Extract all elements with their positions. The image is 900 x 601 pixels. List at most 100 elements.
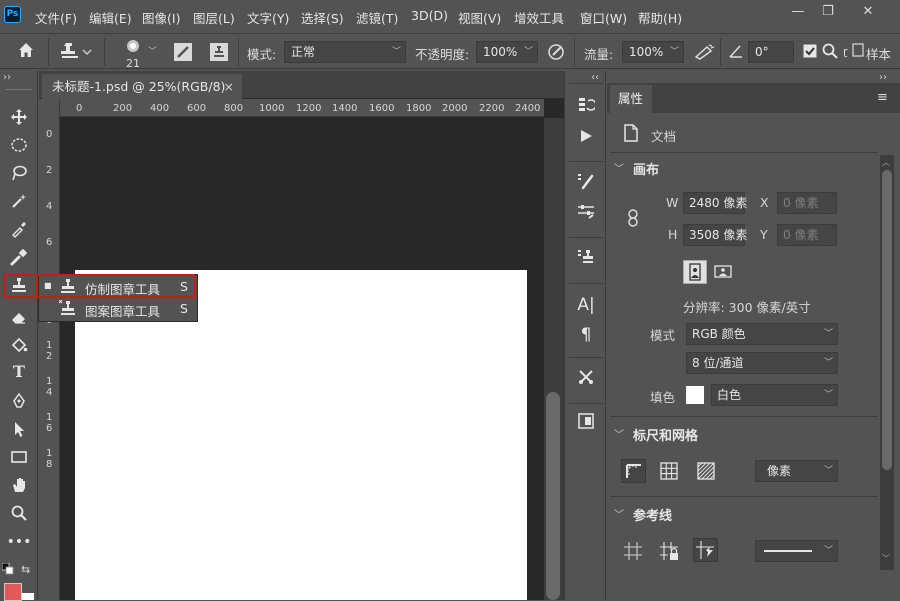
chevron-down-icon[interactable]: ﹀	[614, 160, 624, 175]
flyout-item-pattern-stamp[interactable]: 图案图章工具 S	[39, 298, 197, 321]
airbrush-icon[interactable]	[693, 42, 715, 65]
ruler-tick: 1 2	[46, 340, 53, 362]
elliptical-marquee-tool-icon[interactable]	[4, 131, 34, 157]
rectangle-tool-icon[interactable]	[4, 443, 34, 469]
clone-stamp-preset-icon[interactable]	[60, 41, 92, 66]
menu-type[interactable]: 文字(Y)	[247, 8, 289, 27]
portrait-orientation-button[interactable]	[683, 260, 707, 284]
character-panel-icon[interactable]: A|	[571, 291, 601, 319]
foreground-color-swatch[interactable]	[4, 583, 22, 601]
paragraph-panel-icon[interactable]: ¶	[571, 321, 601, 349]
layer-comps-panel-icon[interactable]	[571, 411, 601, 439]
vertical-ruler[interactable]: 0 2 4 6 8 1 0 1 2 1 4 1 6 1 8	[39, 99, 60, 600]
search-icon[interactable]	[821, 42, 839, 63]
angle-value: 0°	[755, 45, 769, 59]
color-mode-select[interactable]: RGB 颜色 ﹀	[686, 323, 838, 345]
canvas-section-title[interactable]: 画布	[633, 159, 659, 178]
eyedropper-tool-icon[interactable]	[4, 215, 34, 241]
menu-3d[interactable]: 3D(D)	[411, 8, 448, 23]
menu-edit[interactable]: 编辑(E)	[89, 8, 132, 27]
lock-guides-icon[interactable]	[658, 540, 680, 565]
restore-button[interactable]: ❐	[815, 4, 841, 24]
brush-settings-panel-icon[interactable]	[571, 201, 601, 229]
close-button[interactable]: ✕	[855, 4, 881, 24]
tool-presets-panel-icon[interactable]	[571, 367, 601, 395]
aligned-checkbox[interactable]	[803, 44, 817, 61]
document-scrollbar-thumb[interactable]	[546, 392, 560, 600]
scroll-down-icon[interactable]: ﹀	[882, 553, 890, 564]
chevron-down-icon[interactable]: ﹀	[614, 506, 624, 521]
brush-preset-picker[interactable]: 21	[122, 38, 144, 69]
lasso-tool-icon[interactable]	[4, 159, 34, 185]
brush-settings-icon[interactable]	[172, 41, 194, 66]
opacity-input[interactable]: 100% ﹀	[476, 41, 538, 63]
menu-layer[interactable]: 图层(L)	[193, 8, 235, 27]
move-tool-icon[interactable]	[4, 103, 34, 129]
collapse-arrows-icon[interactable]: ››	[3, 72, 11, 83]
menu-window[interactable]: 窗口(W)	[580, 8, 627, 27]
clone-source-icon[interactable]	[208, 41, 230, 66]
menu-select[interactable]: 选择(S)	[301, 8, 344, 27]
height-input[interactable]: 3508 像素	[683, 224, 747, 246]
chevron-down-icon[interactable]: ﹀	[614, 426, 624, 441]
ruler-toggle-icon[interactable]	[621, 459, 646, 483]
angle-icon	[728, 43, 744, 62]
hand-tool-icon[interactable]	[4, 471, 34, 497]
menu-view[interactable]: 视图(V)	[458, 8, 501, 27]
document-tab[interactable]: 未标题-1.psd @ 25%(RGB/8) ×	[42, 74, 242, 99]
fill-select[interactable]: 白色 ﹀	[711, 384, 838, 406]
menu-file[interactable]: 文件(F)	[35, 8, 77, 27]
magic-wand-tool-icon[interactable]	[4, 187, 34, 213]
type-tool-icon[interactable]: T	[4, 359, 34, 385]
default-colors-icon[interactable]	[1, 562, 14, 575]
photoshop-logo-icon: Ps	[4, 6, 21, 23]
history-panel-icon[interactable]	[571, 95, 601, 123]
y-input[interactable]: 0 像素	[777, 224, 837, 246]
link-icon[interactable]	[627, 209, 639, 230]
collapse-arrows-icon[interactable]: ‹‹	[591, 72, 599, 83]
width-input[interactable]: 2480 像素	[683, 192, 747, 214]
bit-depth-select[interactable]: 8 位/通道 ﹀	[686, 352, 838, 374]
menu-plugins[interactable]: 增效工具	[514, 8, 564, 27]
tab-properties[interactable]: 属性	[610, 85, 652, 113]
angle-input[interactable]: 0°	[748, 41, 794, 63]
chevron-down-icon[interactable]: ﹀	[148, 44, 157, 57]
menu-image[interactable]: 图像(I)	[142, 8, 180, 27]
scroll-up-icon[interactable]: ︿	[882, 157, 890, 168]
pixel-grid-toggle-icon[interactable]	[695, 460, 717, 485]
guides-section-title[interactable]: 参考线	[633, 505, 672, 524]
landscape-orientation-button[interactable]	[712, 260, 736, 284]
panel-menu-icon[interactable]: ≡	[877, 90, 888, 105]
paint-bucket-tool-icon[interactable]	[4, 331, 34, 357]
horizontal-ruler[interactable]: 0 200 400 600 800 1000 1200 1400 1600 18…	[60, 99, 544, 117]
smart-guides-icon[interactable]	[693, 538, 718, 562]
menu-filter[interactable]: 滤镜(T)	[356, 8, 398, 27]
pen-tool-icon[interactable]	[4, 387, 34, 413]
guide-style-select[interactable]: ﹀	[755, 540, 838, 562]
mode-select[interactable]: 正常 ﹀	[284, 41, 406, 63]
collapse-arrows-icon[interactable]: ››	[879, 72, 887, 83]
pressure-opacity-icon[interactable]	[546, 42, 566, 65]
brushes-panel-icon[interactable]	[571, 171, 601, 199]
flow-input[interactable]: 100% ﹀	[622, 41, 684, 63]
zoom-tool-icon[interactable]	[4, 499, 34, 525]
rulers-grids-section-title[interactable]: 标尺和网格	[633, 425, 698, 444]
actions-panel-icon[interactable]	[571, 125, 601, 153]
home-icon[interactable]	[16, 40, 36, 63]
eraser-tool-icon[interactable]	[4, 303, 34, 329]
properties-scrollbar-thumb[interactable]	[882, 170, 892, 470]
close-tab-icon[interactable]: ×	[224, 74, 234, 99]
more-tools-icon[interactable]: •••	[4, 529, 34, 555]
minimize-button[interactable]: —	[785, 4, 811, 24]
path-selection-tool-icon[interactable]	[4, 415, 34, 441]
guides-toggle-icon[interactable]	[622, 540, 644, 565]
background-color-swatch[interactable]	[22, 593, 34, 600]
fill-color-swatch[interactable]	[686, 386, 704, 404]
ruler-unit-select[interactable]: 像素 ﹀	[755, 460, 838, 482]
x-input[interactable]: 0 像素	[777, 192, 837, 214]
grid-toggle-icon[interactable]	[658, 460, 680, 485]
menu-help[interactable]: 帮助(H)	[638, 8, 682, 27]
spot-healing-brush-icon[interactable]	[4, 243, 34, 269]
clone-source-panel-icon[interactable]	[571, 247, 601, 275]
swap-colors-icon[interactable]: ⇆	[21, 563, 30, 576]
